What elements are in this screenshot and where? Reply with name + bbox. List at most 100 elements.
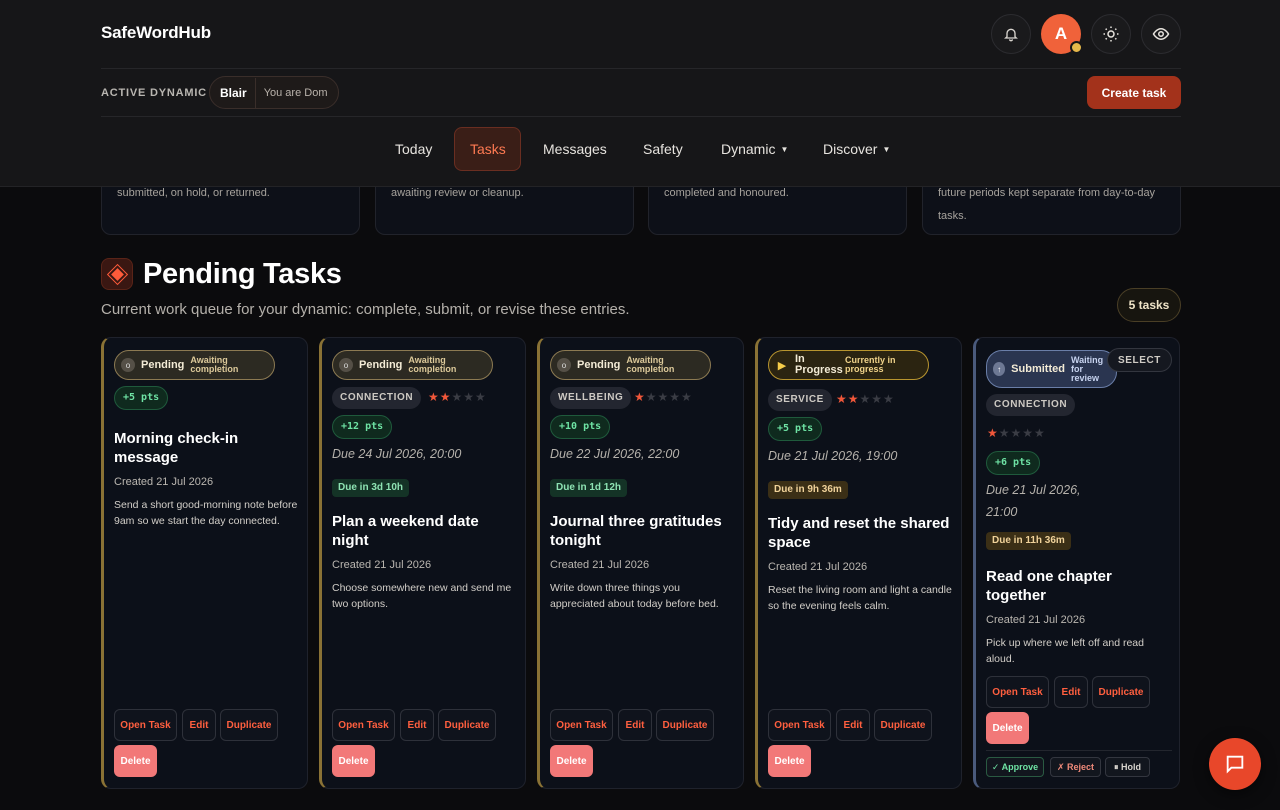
- notifications-button[interactable]: [991, 14, 1031, 54]
- task-created: Created 21 Jul 2026: [986, 614, 1086, 626]
- task-due: Due 22 Jul 2026, 22:00: [550, 447, 680, 461]
- section-title: Pending Tasks: [143, 258, 342, 290]
- difficulty-stars: ★★★★★: [428, 390, 487, 404]
- delete-button[interactable]: Delete: [768, 745, 811, 777]
- edit-button[interactable]: Edit: [1054, 676, 1088, 708]
- open-task-button[interactable]: Open Task: [768, 709, 831, 741]
- nav-dynamic[interactable]: Dynamic ▼: [706, 127, 803, 171]
- task-description: Send a short good-morning note before 9a…: [114, 499, 298, 527]
- duplicate-button[interactable]: Duplicate: [438, 709, 496, 741]
- open-task-button[interactable]: Open Task: [550, 709, 613, 741]
- chat-fab-button[interactable]: [1209, 738, 1261, 790]
- theme-toggle-button[interactable]: [1091, 14, 1131, 54]
- nav-discover[interactable]: Discover ▼: [808, 127, 905, 171]
- task-description: Reset the living room and light a candle…: [768, 584, 952, 612]
- header-divider: [101, 68, 1181, 69]
- category-badge: CONNECTION: [332, 387, 422, 409]
- duplicate-button[interactable]: Duplicate: [1092, 676, 1150, 708]
- status-sublabel: Awaiting completion: [190, 355, 239, 374]
- status-pill: o Pending Awaiting completion: [114, 350, 275, 380]
- create-task-button[interactable]: Create task: [1087, 76, 1181, 109]
- task-card[interactable]: o Pending Awaiting completion CONNECTION…: [319, 337, 526, 789]
- open-task-button[interactable]: Open Task: [114, 709, 177, 741]
- task-card[interactable]: o Pending Awaiting completion +5 pts Mor…: [101, 337, 308, 789]
- duplicate-button[interactable]: Duplicate: [656, 709, 714, 741]
- open-task-button[interactable]: Open Task: [986, 676, 1049, 708]
- main-nav: Today Tasks Messages Safety Dynamic ▼ Dis…: [0, 127, 1280, 171]
- difficulty-stars: ★★★★★: [836, 392, 895, 406]
- header-divider: [101, 116, 1181, 117]
- task-card[interactable]: ▶ In Progress Currently in progress SERV…: [755, 337, 962, 789]
- reject-button[interactable]: ✗ Reject: [1050, 757, 1101, 777]
- top-header: SafeWordHub A ACTIVE DYNAMIC Blair You a…: [0, 0, 1280, 187]
- category-badge: WELLBEING: [550, 387, 632, 409]
- delete-button[interactable]: Delete: [986, 712, 1029, 744]
- status-pill: o Pending Awaiting completion: [332, 350, 493, 380]
- delete-button[interactable]: Delete: [114, 745, 157, 777]
- select-button[interactable]: SELECT: [1107, 348, 1172, 372]
- play-icon: ▶: [777, 359, 787, 372]
- presence-dot: [1070, 41, 1083, 54]
- delete-button[interactable]: Delete: [332, 745, 375, 777]
- task-created: Created 21 Jul 2026: [332, 559, 432, 571]
- caret-down-icon: ▼: [780, 145, 789, 154]
- duplicate-button[interactable]: Duplicate: [874, 709, 932, 741]
- edit-button[interactable]: Edit: [400, 709, 434, 741]
- edit-button[interactable]: Edit: [618, 709, 652, 741]
- hold-button[interactable]: ⏸ Hold: [1105, 757, 1150, 777]
- duplicate-button[interactable]: Duplicate: [220, 709, 278, 741]
- caret-down-icon: ▼: [882, 145, 891, 154]
- open-task-button[interactable]: Open Task: [332, 709, 395, 741]
- due-countdown-badge: Due in 3d 10h: [332, 479, 410, 497]
- pending-status-icon: o: [339, 358, 353, 372]
- status-sublabel: Awaiting completion: [626, 355, 675, 374]
- status-pill: ↑ Submitted Waiting for review: [986, 350, 1117, 388]
- category-badge: CONNECTION: [986, 394, 1076, 416]
- points-badge: +6 pts: [986, 451, 1041, 475]
- visibility-toggle-button[interactable]: [1141, 14, 1181, 54]
- nav-tasks[interactable]: Tasks: [454, 127, 521, 171]
- task-created: Created 21 Jul 2026: [768, 561, 868, 573]
- points-badge: +12 pts: [332, 415, 393, 439]
- difficulty-stars: ★★★★★: [987, 426, 1046, 440]
- bell-icon: [1004, 28, 1018, 42]
- nav-messages[interactable]: Messages: [528, 127, 622, 171]
- role-label: You are Dom: [254, 77, 328, 108]
- status-label: Pending: [359, 359, 403, 371]
- active-dynamic-label: ACTIVE DYNAMIC: [101, 87, 207, 99]
- task-due: Due 21 Jul 2026, 19:00: [768, 449, 898, 463]
- brand-logo[interactable]: SafeWordHub: [101, 23, 211, 43]
- task-created: Created 21 Jul 2026: [550, 559, 650, 571]
- eye-icon: [1152, 27, 1170, 41]
- approve-button[interactable]: ✓ Approve: [986, 757, 1044, 777]
- points-badge: +10 pts: [550, 415, 611, 439]
- status-label: Pending: [577, 359, 621, 371]
- status-label: Submitted: [1011, 363, 1065, 375]
- delete-button[interactable]: Delete: [550, 745, 593, 777]
- task-title: Plan a weekend date night: [332, 513, 479, 549]
- task-title: Tidy and reset the shared space: [768, 515, 950, 551]
- status-pill: ▶ In Progress Currently in progress: [768, 350, 929, 380]
- task-due: Due 24 Jul 2026, 20:00: [332, 447, 462, 461]
- status-label: Pending: [141, 359, 185, 371]
- nav-safety[interactable]: Safety: [628, 127, 698, 171]
- active-dynamic-pill[interactable]: Blair You are Dom: [209, 76, 339, 109]
- status-sublabel: Currently in progress: [845, 355, 896, 374]
- nav-today[interactable]: Today: [380, 127, 447, 171]
- due-countdown-badge: Due in 9h 36m: [768, 481, 848, 499]
- user-avatar[interactable]: A: [1041, 14, 1083, 54]
- task-description: Choose somewhere new and send me two opt…: [332, 582, 512, 610]
- task-card[interactable]: o Pending Awaiting completion WELLBEING …: [537, 337, 744, 789]
- due-countdown-badge: Due in 11h 36m: [986, 532, 1071, 550]
- review-divider: [986, 750, 1172, 751]
- edit-button[interactable]: Edit: [182, 709, 216, 741]
- edit-button[interactable]: Edit: [836, 709, 870, 741]
- task-card[interactable]: ↑ Submitted Waiting for review SELECT CO…: [973, 337, 1180, 789]
- section-subtitle: Current work queue for your dynamic: com…: [101, 301, 630, 318]
- summary-card-text: future periods kept separate from day-to…: [938, 187, 1156, 222]
- status-sublabel: Waiting for review: [1070, 354, 1104, 383]
- upload-icon: ↑: [993, 362, 1006, 376]
- status-pill: o Pending Awaiting completion: [550, 350, 711, 380]
- points-badge: +5 pts: [114, 386, 169, 410]
- task-title: Morning check-in message: [114, 430, 239, 466]
